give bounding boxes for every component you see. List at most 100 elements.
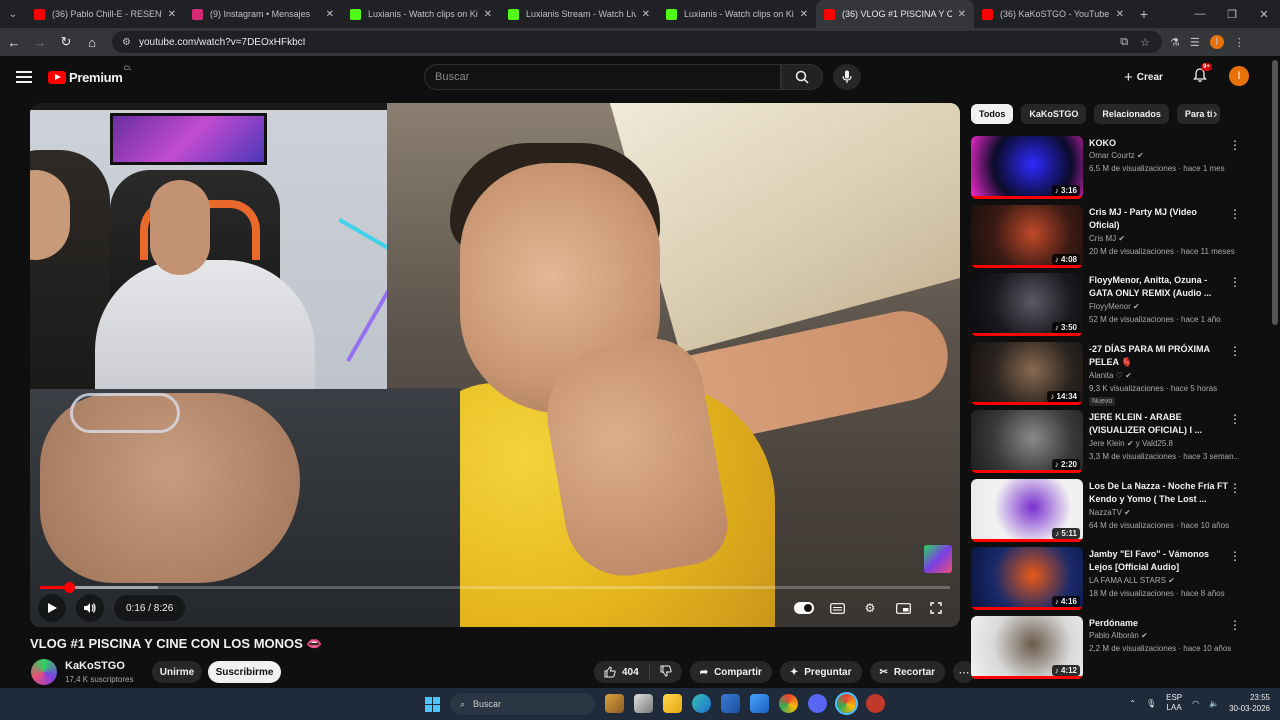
- clip-button[interactable]: ✂ Recortar: [869, 661, 946, 683]
- taskbar-search[interactable]: ⌕ Buscar: [450, 693, 595, 715]
- notifications-button[interactable]: 9+: [1193, 63, 1212, 86]
- new-tab-button[interactable]: +: [1132, 6, 1156, 22]
- recommended-video[interactable]: ♪ 4:12 Perdóname Pablo Alborán ✔ 2,2 M de v…: [971, 616, 1251, 680]
- close-window-icon[interactable]: ✕: [1248, 0, 1280, 28]
- recommended-channel[interactable]: Pablo Alborán ✔: [1089, 631, 1148, 640]
- video-thumbnail[interactable]: ♪ 4:16: [971, 547, 1083, 610]
- video-thumbnail[interactable]: ♪ 4:12: [971, 616, 1083, 679]
- store-icon[interactable]: [721, 694, 740, 713]
- forward-icon[interactable]: →: [28, 30, 52, 54]
- more-vert-icon[interactable]: ⋮: [1229, 412, 1241, 426]
- file-explorer-icon[interactable]: [663, 694, 682, 713]
- ask-button[interactable]: ✦ Preguntar: [779, 661, 862, 683]
- video-player[interactable]: 0:16 / 8:26 ⚙: [30, 103, 960, 627]
- browser-tab[interactable]: Luxianis - Watch clips on Kick ✕: [342, 0, 500, 28]
- page-scrollbar[interactable]: [1272, 60, 1278, 325]
- recommended-channel[interactable]: Omar Courtz ✔: [1089, 151, 1144, 160]
- video-thumbnail[interactable]: ♪ 4:08: [971, 205, 1083, 268]
- recommended-title[interactable]: Perdóname: [1089, 617, 1229, 630]
- reload-icon[interactable]: ↻: [54, 30, 78, 54]
- browser-tab[interactable]: (36) KaKoSTGO - YouTube ✕: [974, 0, 1132, 28]
- url-bar[interactable]: ⚙ youtube.com/watch?v=7DEOxHFkbcI ⧉ ☆: [112, 31, 1162, 53]
- close-tab-icon[interactable]: ✕: [800, 9, 808, 20]
- recommended-channel[interactable]: Cris MJ ✔: [1089, 234, 1125, 243]
- recommended-channel[interactable]: FloyyMenor ✔: [1089, 302, 1140, 311]
- youtube-premium-logo[interactable]: Premium CL: [48, 66, 132, 85]
- dislike-button[interactable]: [650, 665, 682, 680]
- close-tab-icon[interactable]: ✕: [326, 9, 334, 20]
- mute-button[interactable]: [76, 594, 104, 622]
- site-info-icon[interactable]: ⚙: [122, 37, 131, 48]
- autoplay-toggle[interactable]: [794, 598, 814, 618]
- fullscreen-icon[interactable]: [926, 598, 946, 618]
- close-tab-icon[interactable]: ✕: [484, 9, 492, 20]
- video-thumbnail[interactable]: ♪ 5:11: [971, 479, 1083, 542]
- recommended-title[interactable]: KOKO: [1089, 137, 1229, 150]
- more-vert-icon[interactable]: ⋮: [1229, 481, 1241, 495]
- tab-search-chevron-icon[interactable]: ⌄: [0, 0, 26, 28]
- home-icon[interactable]: ⌂: [80, 30, 104, 54]
- close-tab-icon[interactable]: ✕: [168, 9, 176, 20]
- back-icon[interactable]: ←: [2, 30, 26, 54]
- recommended-video[interactable]: ♪ 2:20 JERE KLEIN - ARABE (VISUALIZER OFI…: [971, 410, 1251, 474]
- browser-tab[interactable]: Luxianis - Watch clips on Kick ✕: [658, 0, 816, 28]
- join-button[interactable]: Unirme: [152, 661, 202, 683]
- mic-tray-icon[interactable]: 🎙: [1146, 699, 1156, 708]
- channel-name[interactable]: KaKoSTGO: [65, 660, 125, 672]
- voice-search-button[interactable]: [833, 64, 861, 90]
- extensions-icon[interactable]: ⚗: [1170, 36, 1180, 49]
- wifi-icon[interactable]: ◠: [1192, 699, 1199, 708]
- more-vert-icon[interactable]: ⋮: [1229, 618, 1241, 632]
- filter-chip[interactable]: Todos: [971, 104, 1014, 124]
- create-button[interactable]: + Crear: [1124, 66, 1163, 88]
- more-vert-icon[interactable]: ⋮: [1229, 138, 1241, 152]
- profile-avatar[interactable]: I: [1209, 35, 1224, 49]
- more-vert-icon[interactable]: ⋮: [1229, 344, 1241, 358]
- widgets-icon[interactable]: [605, 694, 624, 713]
- share-button[interactable]: ➦ Compartir: [689, 661, 772, 683]
- settings-gear-icon[interactable]: ⚙: [860, 598, 880, 618]
- bookmark-star-icon[interactable]: ☆: [1140, 36, 1150, 49]
- recommended-channel[interactable]: Alanita ♡ ✔: [1089, 371, 1132, 380]
- edge-icon[interactable]: [692, 694, 711, 713]
- recommended-video[interactable]: ♪ 5:11 Los De La Nazza - Noche Fría FT Ke…: [971, 479, 1251, 543]
- chevron-right-icon[interactable]: ›: [1213, 106, 1217, 121]
- search-button[interactable]: [781, 64, 823, 90]
- app-icon[interactable]: [866, 694, 885, 713]
- search-input[interactable]: [435, 71, 780, 83]
- chrome-profile-icon[interactable]: [835, 692, 858, 715]
- subtitles-icon[interactable]: [827, 598, 847, 618]
- guide-menu-icon[interactable]: [16, 71, 32, 83]
- tray-chevron-icon[interactable]: ⌃: [1129, 699, 1136, 708]
- discord-icon[interactable]: [808, 694, 827, 713]
- browser-tab[interactable]: Luxianis Stream - Watch Live on ✕: [500, 0, 658, 28]
- recommended-title[interactable]: Cris MJ - Party MJ (Video Oficial): [1089, 206, 1229, 232]
- filter-chip[interactable]: KaKoSTGO: [1021, 104, 1087, 124]
- system-clock[interactable]: 23:55 30-03-2026: [1229, 692, 1270, 714]
- recommended-video[interactable]: ♪ 3:50 FloyyMenor, Anitta, Ozuna - GATA O…: [971, 273, 1251, 337]
- close-tab-icon[interactable]: ✕: [642, 9, 650, 20]
- recommended-channel[interactable]: LA FAMA ALL STARS ✔: [1089, 576, 1175, 585]
- video-thumbnail[interactable]: ♪ 2:20: [971, 410, 1083, 473]
- recommended-video[interactable]: ♪ 4:08 Cris MJ - Party MJ (Video Oficial)…: [971, 205, 1251, 269]
- recommended-video[interactable]: ♪ 14:34 -27 DÍAS PARA MI PRÓXIMA PELEA 🫀 A…: [971, 342, 1251, 406]
- mail-icon[interactable]: [750, 694, 769, 713]
- video-thumbnail[interactable]: ♪ 14:34: [971, 342, 1083, 405]
- progress-bar[interactable]: [40, 582, 950, 593]
- play-button[interactable]: [38, 594, 66, 622]
- recommended-title[interactable]: Los De La Nazza - Noche Fría FT Kendo y …: [1089, 480, 1229, 506]
- input-language[interactable]: ESP LAA: [1166, 693, 1182, 713]
- browser-tab[interactable]: (36) VLOG #1 PISCINA Y CINE C ✕: [816, 0, 974, 28]
- video-thumbnail[interactable]: ♪ 3:16: [971, 136, 1083, 199]
- filter-chip[interactable]: Relacionados: [1094, 104, 1169, 124]
- recommended-channel[interactable]: Jere Klein ✔ y Vald25.8: [1089, 439, 1173, 448]
- close-tab-icon[interactable]: ✕: [958, 9, 966, 20]
- close-tab-icon[interactable]: ✕: [1116, 9, 1124, 20]
- task-view-icon[interactable]: [634, 694, 653, 713]
- account-avatar[interactable]: I: [1229, 66, 1249, 86]
- recommended-title[interactable]: Jamby "El Favo" - Vámonos Lejos [Officia…: [1089, 548, 1229, 574]
- browser-tab[interactable]: (36) Pablo Chill-E - RESENTIA ✕: [26, 0, 184, 28]
- more-vert-icon[interactable]: ⋮: [1229, 549, 1241, 563]
- browser-tab[interactable]: (9) Instagram • Mensajes ✕: [184, 0, 342, 28]
- speaker-icon[interactable]: 🔈: [1209, 699, 1219, 708]
